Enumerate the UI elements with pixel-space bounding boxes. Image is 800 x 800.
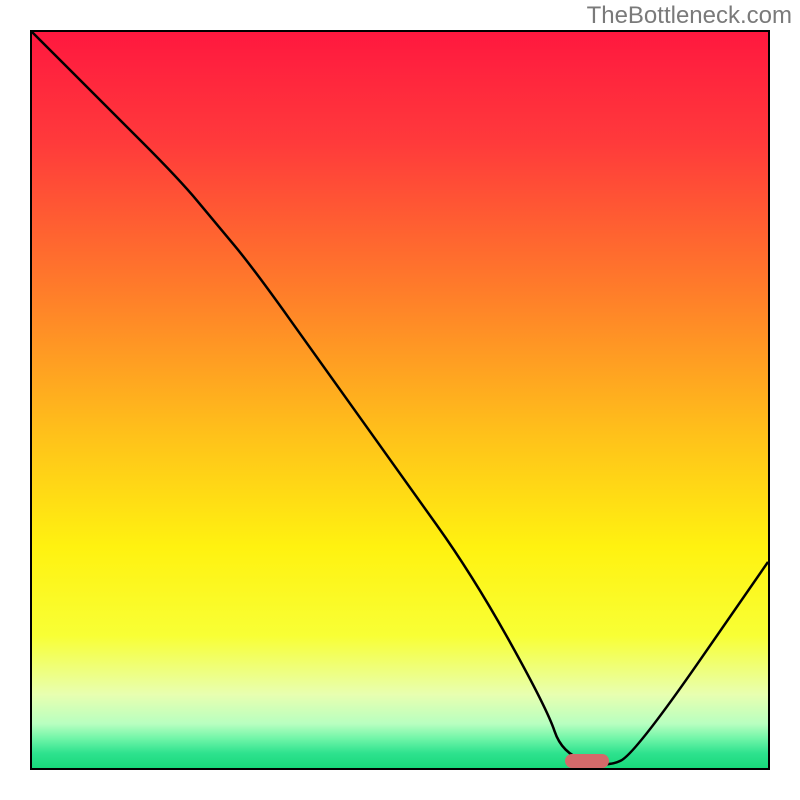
chart-plot-area [30,30,770,770]
watermark-text: TheBottleneck.com [587,2,792,30]
bottleneck-curve [32,32,768,768]
optimal-marker [565,754,609,768]
